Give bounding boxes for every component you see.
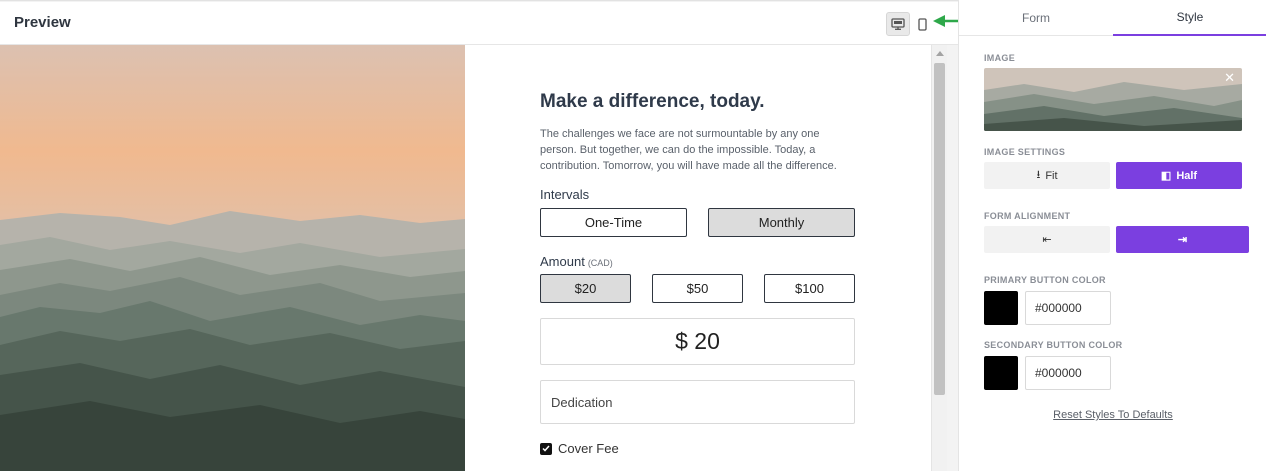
secondary-color-swatch[interactable] [984, 356, 1018, 390]
preview-title: Preview [14, 14, 71, 31]
interval-monthly-button[interactable]: Monthly [708, 208, 855, 237]
primary-color-swatch[interactable] [984, 291, 1018, 325]
image-half-button[interactable]: ◧ Half [1116, 162, 1242, 189]
align-left-icon: ⇤ [1042, 234, 1052, 246]
preview-scrollbar[interactable] [931, 45, 947, 471]
secondary-button-color-label: SECONDARY BUTTON COLOR [984, 340, 1123, 350]
amount-20-button[interactable]: $20 [540, 274, 631, 303]
remove-image-close-icon[interactable]: ✕ [1224, 70, 1235, 86]
sidebar-tabs: Form Style [959, 0, 1266, 36]
interval-one-time-button[interactable]: One-Time [540, 208, 687, 237]
scroll-thumb[interactable] [934, 63, 945, 395]
amount-50-button[interactable]: $50 [652, 274, 743, 303]
form-heading: Make a difference, today. [540, 91, 765, 112]
mobile-view-button[interactable] [910, 12, 934, 36]
align-left-button[interactable]: ⇤ [984, 226, 1110, 253]
image-section-label: IMAGE [984, 53, 1016, 63]
style-sidebar: Form Style IMAGE ✕ IMAGE SETTINGS ⭳ Fit … [958, 0, 1266, 471]
mountain-thumbnail-image [984, 68, 1242, 131]
secondary-color-input[interactable] [1025, 356, 1111, 390]
phone-icon [917, 17, 927, 31]
fit-vertical-icon: ⭳ [1036, 169, 1041, 181]
preview-header: Preview [0, 2, 958, 45]
image-half-label: Half [1176, 169, 1198, 182]
cover-fee-label: Cover Fee [558, 441, 619, 456]
form-preview-canvas: Make a difference, today. The challenges… [0, 45, 932, 471]
half-panel-icon: ◧ [1160, 170, 1172, 182]
amount-label-text: Amount [540, 254, 585, 269]
image-fit-label: Fit [1045, 169, 1058, 182]
form-alignment-label: FORM ALIGNMENT [984, 211, 1071, 221]
image-fit-button[interactable]: ⭳ Fit [984, 162, 1110, 189]
monitor-icon [891, 18, 905, 30]
cover-fee-checkbox[interactable]: Cover Fee [540, 441, 619, 456]
form-description: The challenges we face are not surmounta… [540, 128, 837, 172]
align-right-icon: ⇥ [1177, 234, 1188, 246]
reset-styles-link[interactable]: Reset Styles To Defaults [959, 409, 1266, 421]
tab-form[interactable]: Form [959, 0, 1113, 36]
dedication-input[interactable]: Dedication [540, 380, 855, 424]
align-right-button[interactable]: ⇥ [1116, 226, 1249, 253]
amount-input[interactable]: $ 20 [540, 318, 855, 365]
checkbox-checked-icon [540, 442, 552, 455]
desktop-view-button[interactable] [886, 12, 910, 36]
image-thumbnail[interactable]: ✕ [984, 68, 1242, 131]
preview-panel: Preview Make a difference, today. The ch… [0, 0, 1004, 471]
amount-label: Amount (CAD) [540, 254, 613, 269]
intervals-label: Intervals [540, 187, 590, 202]
tab-style[interactable]: Style [1113, 0, 1266, 36]
amount-100-button[interactable]: $100 [764, 274, 855, 303]
image-settings-label: IMAGE SETTINGS [984, 147, 1066, 157]
primary-button-color-label: PRIMARY BUTTON COLOR [984, 275, 1106, 285]
amount-currency: (CAD) [587, 258, 613, 268]
scroll-up-arrow-icon[interactable] [936, 51, 944, 56]
primary-color-input[interactable] [1025, 291, 1111, 325]
mountain-image [0, 45, 465, 471]
